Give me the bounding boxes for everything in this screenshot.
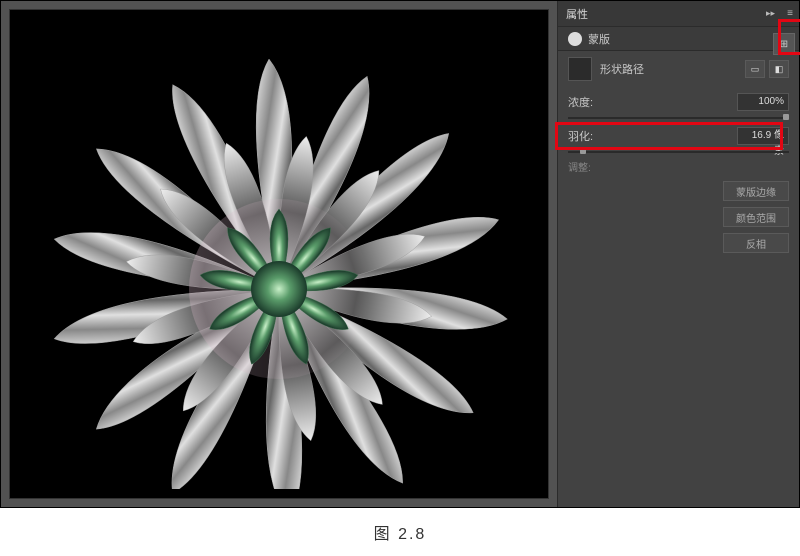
- mask-type-label: 形状路径: [600, 61, 745, 77]
- collapse-icon[interactable]: ▸▸: [766, 8, 775, 19]
- color-range-button[interactable]: 颜色范围: [723, 207, 789, 227]
- canvas[interactable]: [9, 9, 549, 499]
- density-slider[interactable]: [568, 117, 789, 119]
- feather-label: 羽化:: [568, 128, 737, 144]
- feather-row: 羽化: 16.9 像素: [558, 121, 799, 155]
- app-window: 属性 ▸▸ ≡ 蒙版 形状路径 ▭ ◧ 浓度: 100%: [0, 0, 800, 508]
- mask-thumbnail[interactable]: [568, 57, 592, 81]
- figure-caption: 图 2.8: [0, 508, 800, 556]
- density-value[interactable]: 100%: [737, 93, 789, 111]
- panel-subheader: 蒙版: [558, 27, 799, 51]
- pixel-mask-button[interactable]: ▭: [745, 60, 765, 78]
- density-row: 浓度: 100%: [558, 87, 799, 121]
- density-label: 浓度:: [568, 94, 737, 110]
- feather-slider[interactable]: [568, 151, 789, 153]
- panel-subtitle: 蒙版: [588, 31, 610, 47]
- panel-title: 属性: [566, 6, 588, 22]
- vector-mask-button[interactable]: ◧: [769, 60, 789, 78]
- invert-button[interactable]: 反相: [723, 233, 789, 253]
- mask-type-row: 形状路径 ▭ ◧: [558, 51, 799, 87]
- feather-value[interactable]: 16.9 像素: [737, 127, 789, 145]
- panel-menu-icon[interactable]: ≡: [787, 8, 793, 19]
- refine-label: 调整:: [558, 155, 799, 178]
- mask-edge-button[interactable]: 蒙版边缘: [723, 181, 789, 201]
- dock-icon[interactable]: ⊞: [773, 33, 795, 55]
- properties-panel: 属性 ▸▸ ≡ 蒙版 形状路径 ▭ ◧ 浓度: 100%: [557, 1, 799, 507]
- mask-icon: [568, 32, 582, 46]
- canvas-area: [1, 1, 557, 507]
- panel-header[interactable]: 属性 ▸▸ ≡: [558, 1, 799, 27]
- flower-artwork: [19, 19, 539, 489]
